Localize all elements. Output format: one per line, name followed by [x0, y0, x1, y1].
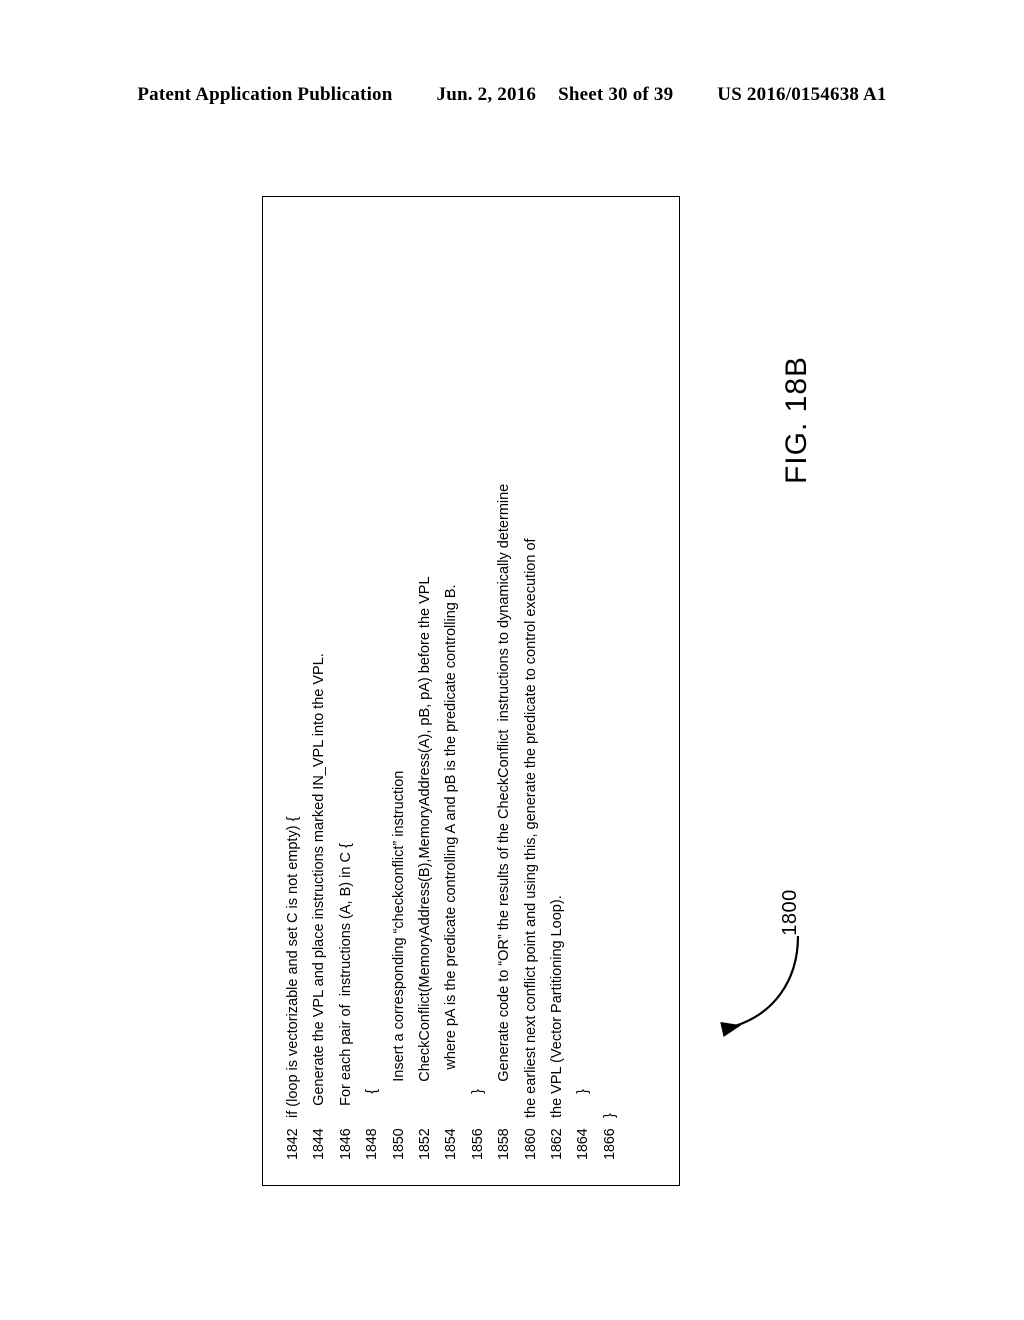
pseudocode-rotated-content: 1842 if (loop is vectorizable and set C i…: [262, 196, 680, 1186]
pseudocode-line-text: }: [469, 1088, 486, 1118]
pseudocode-box: 1842 if (loop is vectorizable and set C i…: [262, 196, 680, 1186]
pseudocode-line: 1846 For each pair of instructions (A, B…: [333, 218, 359, 1160]
pseudocode-line-number: 1858: [496, 1128, 513, 1160]
pseudocode-line-text: {: [364, 1088, 381, 1118]
figure-label: FIG. 18B: [752, 330, 842, 510]
pseudocode-line-number: 1864: [575, 1128, 592, 1160]
pseudocode-line-number: 1850: [390, 1128, 407, 1160]
reference-numeral-text: 1800: [778, 888, 801, 936]
pseudocode-line: 1848 {: [359, 218, 385, 1160]
pseudocode-line: 1842 if (loop is vectorizable and set C i…: [280, 218, 306, 1160]
pseudocode-line-number: 1846: [337, 1128, 354, 1160]
pseudocode-line-number: 1862: [548, 1128, 565, 1160]
pseudocode-line: 1862 the VPL (Vector Partitioning Loop).: [544, 218, 570, 1160]
pseudocode-line-text: where pA is the predicate controlling A …: [443, 584, 460, 1118]
pseudocode-line-number: 1844: [311, 1128, 328, 1160]
pseudocode-line-number: 1848: [364, 1128, 381, 1160]
pseudocode-line-text: the earliest next conflict point and usi…: [522, 538, 539, 1118]
pseudocode-line-text: CheckConflict(MemoryAddress(B),MemoryAdd…: [416, 576, 433, 1118]
pseudocode-line-text: the VPL (Vector Partitioning Loop).: [548, 895, 565, 1118]
pseudocode-line-text: Generate the VPL and place instructions …: [311, 653, 328, 1118]
leader-arrow-icon: [720, 935, 800, 1037]
pseudocode-line-text: Generate code to “OR” the results of the…: [496, 483, 513, 1118]
pseudocode-line-text: }: [575, 1088, 592, 1118]
pseudocode-line: 1850 Insert a corresponding “checkconfli…: [386, 218, 412, 1160]
pseudocode-line-text: }: [601, 1113, 618, 1118]
pseudocode-line: 1860 the earliest next conflict point and…: [518, 218, 544, 1160]
pseudocode-line-number: 1860: [522, 1128, 539, 1160]
pseudocode-line: 1844 Generate the VPL and place instruct…: [306, 218, 332, 1160]
pseudocode-line-number: 1866: [601, 1128, 618, 1160]
pseudocode-line-text: For each pair of instructions (A, B) in …: [337, 843, 354, 1118]
pseudocode-line-number: 1854: [443, 1128, 460, 1160]
pseudocode-line: 1858 Generate code to “OR” the results o…: [491, 218, 517, 1160]
pseudocode-line-number: 1856: [469, 1128, 486, 1160]
pseudocode-line: 1854 where pA is the predicate controlli…: [438, 218, 464, 1160]
pseudocode-listing: 1842 if (loop is vectorizable and set C i…: [280, 218, 623, 1160]
pseudocode-line-text: Insert a corresponding “checkconflict” i…: [390, 770, 407, 1118]
pseudocode-line-text: if (loop is vectorizable and set C is no…: [285, 816, 301, 1118]
pseudocode-line-number: 1852: [416, 1128, 433, 1160]
pseudocode-line-number: 1842: [285, 1128, 301, 1160]
pseudocode-line: 1852 CheckConflict(MemoryAddress(B),Memo…: [412, 218, 438, 1160]
pseudocode-line: 1856 }: [465, 218, 491, 1160]
pseudocode-line: 1866}: [597, 218, 623, 1160]
figure-label-text: FIG. 18B: [780, 355, 814, 485]
pseudocode-line: 1864 }: [570, 218, 596, 1160]
figure-18b: 1842 if (loop is vectorizable and set C i…: [0, 0, 1024, 1320]
